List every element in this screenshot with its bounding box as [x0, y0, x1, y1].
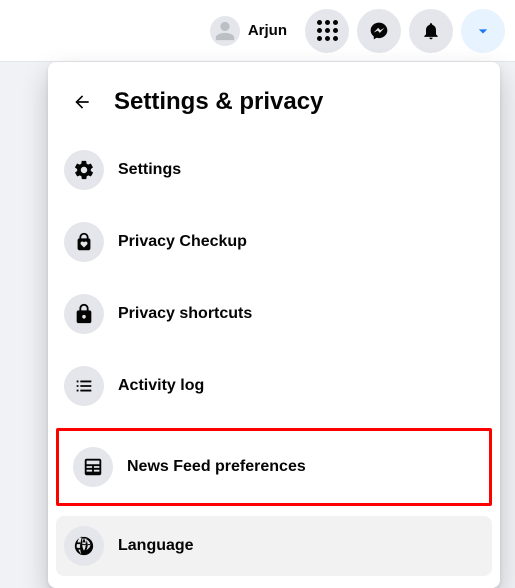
caret-down-icon: [473, 21, 493, 41]
list-icon: [64, 366, 104, 406]
profile-chip[interactable]: Arjun: [206, 12, 297, 50]
menu-item-label: Privacy shortcuts: [118, 305, 252, 323]
menu-item-privacy-shortcuts[interactable]: Privacy shortcuts: [56, 284, 492, 344]
topbar: Arjun: [0, 0, 515, 62]
bell-icon: [421, 21, 441, 41]
menu-item-label: Settings: [118, 161, 181, 179]
menu-item-label: Privacy Checkup: [118, 233, 247, 251]
notifications-button[interactable]: [409, 9, 453, 53]
menu-item-activity-log[interactable]: Activity log: [56, 356, 492, 416]
messenger-icon: [369, 21, 389, 41]
menu-item-news-feed-preferences[interactable]: News Feed preferences: [65, 437, 483, 497]
menu-item-label: Activity log: [118, 377, 204, 395]
menu-item-label: News Feed preferences: [127, 458, 306, 476]
lock-icon: [64, 294, 104, 334]
dropdown-title: Settings & privacy: [114, 88, 323, 116]
back-button[interactable]: [64, 84, 100, 120]
feed-icon: [73, 447, 113, 487]
avatar: [210, 16, 240, 46]
menu-item-language[interactable]: Language: [56, 516, 492, 576]
menu-button[interactable]: [305, 9, 349, 53]
messenger-button[interactable]: [357, 9, 401, 53]
arrow-left-icon: [72, 92, 92, 112]
settings-privacy-dropdown: Settings & privacy Settings Privacy Chec…: [48, 62, 500, 588]
dropdown-header: Settings & privacy: [56, 70, 492, 140]
globe-icon: [64, 526, 104, 566]
menu-item-privacy-checkup[interactable]: Privacy Checkup: [56, 212, 492, 272]
menu-item-settings[interactable]: Settings: [56, 140, 492, 200]
profile-name: Arjun: [248, 22, 287, 39]
highlight-annotation: News Feed preferences: [56, 428, 492, 506]
account-menu-button[interactable]: [461, 9, 505, 53]
menu-item-label: Language: [118, 537, 194, 555]
grid-icon: [317, 20, 338, 41]
person-icon: [214, 20, 236, 42]
gear-icon: [64, 150, 104, 190]
lock-heart-icon: [64, 222, 104, 262]
